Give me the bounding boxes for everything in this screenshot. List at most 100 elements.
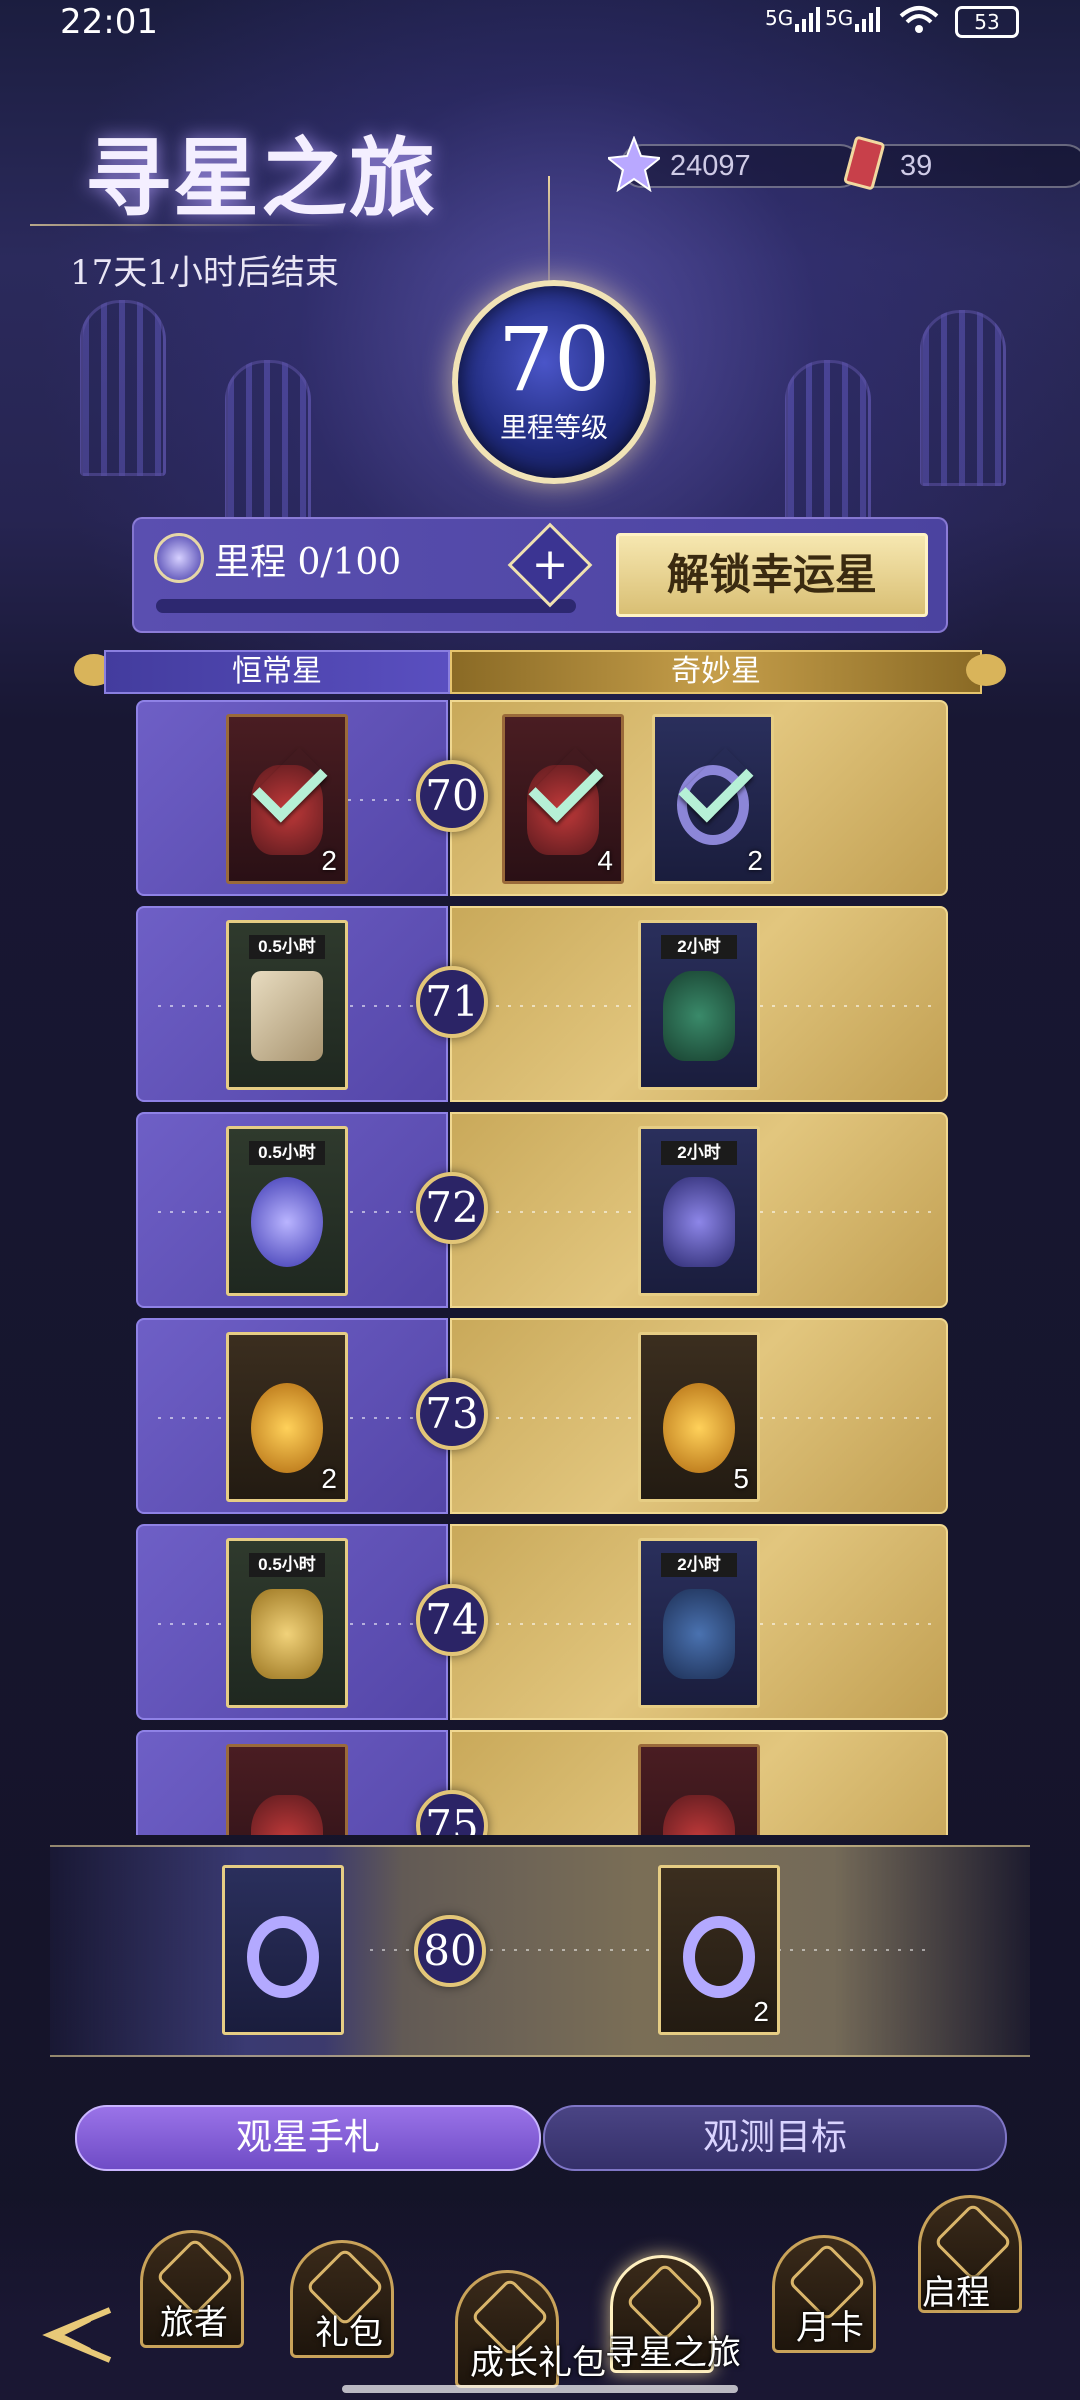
- wifi-icon: [899, 6, 939, 33]
- featured-reward-card[interactable]: [222, 1865, 344, 2035]
- exp-bag-icon: [663, 1177, 735, 1267]
- stained-window: [920, 310, 1006, 486]
- reward-card[interactable]: 2小时: [638, 920, 760, 1090]
- reward-card-claimed[interactable]: 2: [226, 714, 348, 884]
- nav-star-journey-label: 寻星之旅: [605, 2333, 741, 2373]
- reward-qty: 4: [597, 845, 613, 876]
- mileage-progress-bar: [156, 599, 576, 613]
- row-level-badge: 71: [416, 966, 488, 1038]
- duration-tag: 2小时: [661, 1141, 737, 1165]
- duration-tag: 0.5小时: [249, 935, 325, 959]
- reward-row: 0.5小时 2小时 72: [136, 1112, 948, 1308]
- track-header-left: 恒常星: [104, 650, 450, 694]
- add-mileage-button[interactable]: +: [507, 522, 593, 608]
- reward-row: 0.5小时 2小时 74: [136, 1524, 948, 1720]
- reward-card[interactable]: [638, 1744, 760, 1835]
- status-time: 22:01: [60, 2, 158, 42]
- stained-window: [225, 360, 311, 536]
- duration-tag: 2小时: [661, 1553, 737, 1577]
- reward-row: 0.5小时 2小时 71: [136, 906, 948, 1102]
- row-level-badge: 74: [416, 1584, 488, 1656]
- network-5g-icon: 5G: [825, 6, 854, 30]
- ticket-currency-amount: 39: [900, 150, 933, 182]
- reward-card[interactable]: 5: [638, 1332, 760, 1502]
- reward-card-claimed[interactable]: 2: [652, 714, 774, 884]
- page-title: 寻星之旅: [85, 128, 437, 229]
- row-level-badge: 70: [416, 760, 488, 832]
- premium-track-cell: 2小时: [450, 1112, 948, 1308]
- free-track-cell: 0.5小时: [136, 1112, 448, 1308]
- ticket-currency-icon: [843, 136, 885, 190]
- ticket-currency[interactable]: 39: [843, 136, 1080, 190]
- free-track-cell: [136, 1730, 448, 1835]
- star-currency-icon: [608, 136, 660, 192]
- reward-card[interactable]: 2小时: [638, 1538, 760, 1708]
- free-track-cell: 2: [136, 700, 448, 896]
- premium-track-cell: 2小时: [450, 906, 948, 1102]
- level-medallion: 70 里程等级: [452, 280, 656, 484]
- potion-icon: [251, 1383, 323, 1473]
- nav-gift-label: 礼包: [315, 2313, 383, 2353]
- premium-track-cell: 2小时: [450, 1524, 948, 1720]
- featured-reward-row: 80 2: [50, 1845, 1030, 2057]
- reward-qty: 2: [321, 1463, 337, 1494]
- network-5g-icon: 5G: [765, 6, 794, 30]
- stained-window: [80, 300, 166, 476]
- premium-track-cell: 5: [450, 1318, 948, 1514]
- status-bar: 22:01 5G 5G 53: [0, 0, 1080, 44]
- reward-qty: 2: [747, 845, 763, 876]
- event-countdown: 17天1小时后结束: [70, 253, 339, 293]
- header-ornament: [966, 654, 1006, 686]
- tab-observation-goals[interactable]: 观测目标: [543, 2105, 1007, 2171]
- reward-row: 2 5 73: [136, 1318, 948, 1514]
- premium-track-cell: 4 2: [450, 700, 948, 896]
- reward-row: 75: [136, 1730, 948, 1835]
- scepter-icon: [663, 1795, 735, 1835]
- scroll-icon: [251, 971, 323, 1061]
- tab-star-notes[interactable]: 观星手札: [75, 2105, 541, 2171]
- nav-depart-label: 启程: [922, 2273, 990, 2313]
- bag-icon: [663, 971, 735, 1061]
- duration-tag: 0.5小时: [249, 1141, 325, 1165]
- star-currency-amount: 24097: [670, 150, 751, 182]
- ring-icon: [247, 1916, 319, 1998]
- reward-card[interactable]: 0.5小时: [226, 1126, 348, 1296]
- featured-reward-card[interactable]: 2: [658, 1865, 780, 2035]
- coin-bag-icon: [663, 1589, 735, 1679]
- stained-window: [785, 360, 871, 536]
- exp-orb-icon: [251, 1177, 323, 1267]
- ring-icon: [683, 1916, 755, 1998]
- plus-icon: +: [531, 539, 569, 590]
- reward-qty: 2: [321, 845, 337, 876]
- potion-icon: [663, 1383, 735, 1473]
- scepter-icon: [251, 1795, 323, 1835]
- featured-level-badge: 80: [414, 1915, 486, 1987]
- nav-monthly-card-label: 月卡: [796, 2308, 864, 2348]
- free-track-cell: 0.5小时: [136, 906, 448, 1102]
- home-indicator[interactable]: [342, 2385, 738, 2393]
- premium-track-cell: [450, 1730, 948, 1835]
- star-currency[interactable]: 24097: [608, 136, 862, 192]
- progress-panel: 里程 0/100 + 解锁幸运星: [132, 517, 948, 633]
- reward-card[interactable]: 0.5小时: [226, 1538, 348, 1708]
- reward-card[interactable]: [226, 1744, 348, 1835]
- level-label: 里程等级: [500, 413, 608, 444]
- row-level-badge: 72: [416, 1172, 488, 1244]
- free-track-cell: 0.5小时: [136, 1524, 448, 1720]
- reward-card[interactable]: 2小时: [638, 1126, 760, 1296]
- mileage-icon: [154, 533, 204, 583]
- unlock-lucky-star-button[interactable]: 解锁幸运星: [616, 533, 928, 617]
- level-number: 70: [498, 308, 610, 411]
- reward-card[interactable]: 0.5小时: [226, 920, 348, 1090]
- reward-card[interactable]: 2: [226, 1332, 348, 1502]
- reward-card-claimed[interactable]: 4: [502, 714, 624, 884]
- reward-list[interactable]: 2 4 2 70 0.5小时 2小时 71 0.5小时 2小时 72 2 5 7…: [0, 695, 1080, 1835]
- back-arrow-icon[interactable]: [30, 2290, 120, 2380]
- coins-icon: [251, 1589, 323, 1679]
- reward-row: 2 4 2 70: [136, 700, 948, 896]
- title-divider: [30, 224, 330, 226]
- reward-qty: 5: [733, 1463, 749, 1494]
- duration-tag: 0.5小时: [249, 1553, 325, 1577]
- row-level-badge: 73: [416, 1378, 488, 1450]
- duration-tag: 2小时: [661, 935, 737, 959]
